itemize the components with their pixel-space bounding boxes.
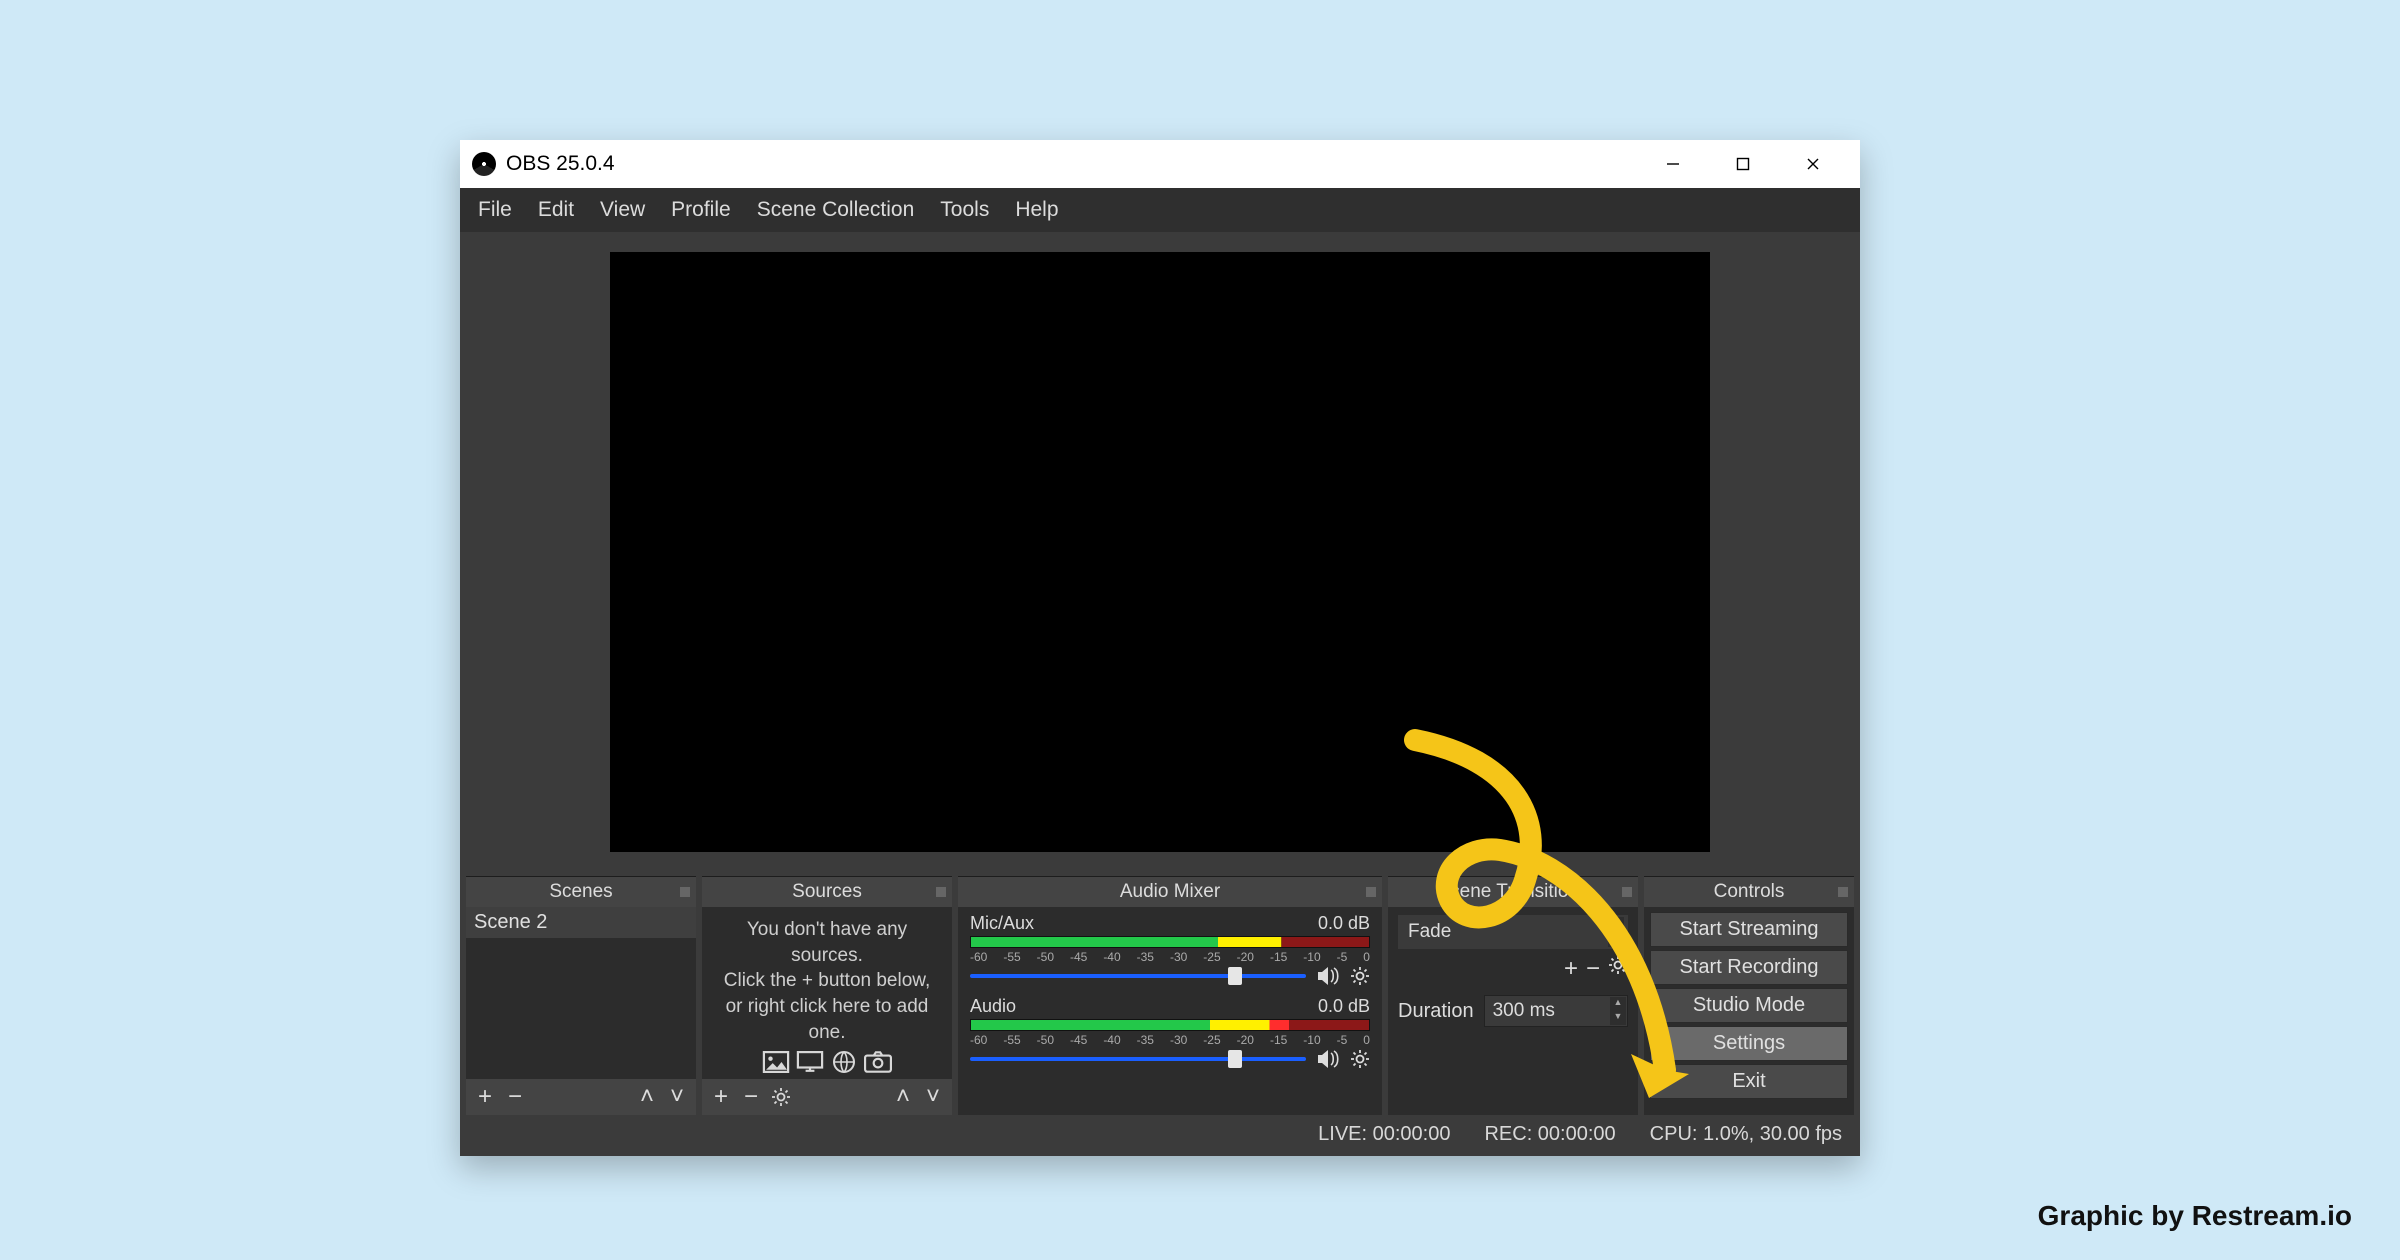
minimize-icon xyxy=(1665,156,1681,172)
mixer-mic-ticks: -60-55-50-45-40-35-30-25-20-15-10-50 xyxy=(970,948,1370,966)
sources-empty-hint: You don't have any sources. Click the + … xyxy=(702,907,952,1051)
add-transition-button[interactable]: + xyxy=(1564,955,1578,983)
dock-controls-title[interactable]: Controls xyxy=(1644,877,1854,907)
remove-source-button[interactable]: − xyxy=(740,1083,762,1111)
mixer-mic-label: Mic/Aux xyxy=(970,913,1034,934)
menu-view[interactable]: View xyxy=(588,192,657,228)
status-live: LIVE: 00:00:00 xyxy=(1318,1123,1450,1146)
spinner-icon: ▲▼ xyxy=(1608,917,1624,947)
dock-scenes-title[interactable]: Scenes xyxy=(466,877,696,907)
transitions-body: Fade ▲▼ + − Duration 300 ms ▲▼ xyxy=(1388,907,1638,1115)
transition-duration-label: Duration xyxy=(1398,1000,1474,1023)
obs-window: OBS 25.0.4 File Edit View Profile Scene … xyxy=(460,140,1860,1156)
remove-scene-button[interactable]: − xyxy=(504,1083,526,1111)
gear-icon[interactable] xyxy=(1350,1049,1370,1069)
dock-row: Scenes Scene 2 + − ˄ ˅ Sources You don't… xyxy=(460,876,1860,1117)
spinner-icon[interactable]: ▲▼ xyxy=(1610,997,1626,1025)
obs-logo-icon xyxy=(472,152,496,176)
dock-mixer-title[interactable]: Audio Mixer xyxy=(958,877,1382,907)
mixer-channel-audio: Audio 0.0 dB -60-55-50-45-40-35-30-25-20… xyxy=(958,990,1382,1073)
gear-icon[interactable] xyxy=(1608,955,1628,975)
transition-duration-input[interactable]: 300 ms xyxy=(1484,995,1628,1027)
gear-icon[interactable] xyxy=(1350,966,1370,986)
remove-transition-button[interactable]: − xyxy=(1586,955,1600,983)
preview-area xyxy=(460,232,1860,876)
maximize-icon xyxy=(1736,157,1750,171)
mixer-audio-db: 0.0 dB xyxy=(1318,996,1370,1017)
close-button[interactable] xyxy=(1778,140,1848,188)
dock-audio-mixer: Audio Mixer Mic/Aux 0.0 dB -60-55-50-45-… xyxy=(958,876,1382,1115)
speaker-icon[interactable] xyxy=(1316,966,1340,986)
menu-file[interactable]: File xyxy=(466,192,524,228)
sources-empty-line2: Click the + button below, xyxy=(716,968,938,994)
menu-help[interactable]: Help xyxy=(1003,192,1070,228)
scenes-toolbar: + − ˄ ˅ xyxy=(466,1079,696,1115)
sources-toolbar: + − ˄ ˅ xyxy=(702,1079,952,1115)
scene-item-selected[interactable]: Scene 2 xyxy=(466,907,696,938)
controls-body: Start Streaming Start Recording Studio M… xyxy=(1644,907,1854,1115)
display-icon xyxy=(796,1051,824,1073)
move-scene-down-button[interactable]: ˅ xyxy=(666,1083,688,1111)
dock-scenes: Scenes Scene 2 + − ˄ ˅ xyxy=(466,876,696,1115)
settings-button[interactable]: Settings xyxy=(1650,1026,1848,1061)
mixer-audio-volume-slider[interactable] xyxy=(970,1057,1306,1061)
mixer-mic-volume-slider[interactable] xyxy=(970,974,1306,978)
dock-controls: Controls Start Streaming Start Recording… xyxy=(1644,876,1854,1115)
move-scene-up-button[interactable]: ˄ xyxy=(636,1083,658,1111)
titlebar[interactable]: OBS 25.0.4 xyxy=(460,140,1860,188)
image-icon xyxy=(762,1051,790,1073)
statusbar: LIVE: 00:00:00 REC: 00:00:00 CPU: 1.0%, … xyxy=(460,1117,1860,1156)
status-rec: REC: 00:00:00 xyxy=(1484,1123,1615,1146)
scenes-list[interactable]: Scene 2 xyxy=(466,907,696,1079)
mixer-mic-db: 0.0 dB xyxy=(1318,913,1370,934)
dock-sources: Sources You don't have any sources. Clic… xyxy=(702,876,952,1115)
dock-transitions: Scene Transitions Fade ▲▼ + − Duration 3… xyxy=(1388,876,1638,1115)
move-source-up-button[interactable]: ˄ xyxy=(892,1083,914,1111)
sources-hint-icons xyxy=(702,1051,952,1079)
start-recording-button[interactable]: Start Recording xyxy=(1650,950,1848,985)
maximize-button[interactable] xyxy=(1708,140,1778,188)
mixer-audio-ticks: -60-55-50-45-40-35-30-25-20-15-10-50 xyxy=(970,1031,1370,1049)
minimize-button[interactable] xyxy=(1638,140,1708,188)
sources-empty-line3: or right click here to add one. xyxy=(716,994,938,1045)
window-title: OBS 25.0.4 xyxy=(506,152,615,176)
start-streaming-button[interactable]: Start Streaming xyxy=(1650,912,1848,947)
menu-edit[interactable]: Edit xyxy=(526,192,586,228)
exit-button[interactable]: Exit xyxy=(1650,1064,1848,1099)
globe-icon xyxy=(830,1051,858,1073)
move-source-down-button[interactable]: ˅ xyxy=(922,1083,944,1111)
close-icon xyxy=(1805,156,1821,172)
add-scene-button[interactable]: + xyxy=(474,1083,496,1111)
sources-list[interactable]: You don't have any sources. Click the + … xyxy=(702,907,952,1079)
mixer-mic-meter xyxy=(970,936,1370,948)
mixer-audio-label: Audio xyxy=(970,996,1016,1017)
gear-icon xyxy=(771,1087,791,1107)
speaker-icon[interactable] xyxy=(1316,1049,1340,1069)
menubar: File Edit View Profile Scene Collection … xyxy=(460,188,1860,232)
graphic-credit: Graphic by Restream.io xyxy=(2038,1200,2352,1232)
source-settings-button[interactable] xyxy=(770,1087,792,1107)
dock-sources-title[interactable]: Sources xyxy=(702,877,952,907)
mixer-audio-meter xyxy=(970,1019,1370,1031)
camera-icon xyxy=(864,1051,892,1073)
transition-select[interactable]: Fade ▲▼ xyxy=(1398,915,1628,949)
menu-scene-collection[interactable]: Scene Collection xyxy=(745,192,927,228)
menu-tools[interactable]: Tools xyxy=(928,192,1001,228)
mixer-body: Mic/Aux 0.0 dB -60-55-50-45-40-35-30-25-… xyxy=(958,907,1382,1115)
transition-select-value: Fade xyxy=(1408,921,1451,942)
studio-mode-button[interactable]: Studio Mode xyxy=(1650,988,1848,1023)
dock-transitions-title[interactable]: Scene Transitions xyxy=(1388,877,1638,907)
status-cpu: CPU: 1.0%, 30.00 fps xyxy=(1650,1123,1842,1146)
add-source-button[interactable]: + xyxy=(710,1083,732,1111)
mixer-channel-mic: Mic/Aux 0.0 dB -60-55-50-45-40-35-30-25-… xyxy=(958,907,1382,990)
preview-canvas[interactable] xyxy=(610,252,1710,852)
menu-profile[interactable]: Profile xyxy=(659,192,743,228)
sources-empty-line1: You don't have any sources. xyxy=(716,917,938,968)
